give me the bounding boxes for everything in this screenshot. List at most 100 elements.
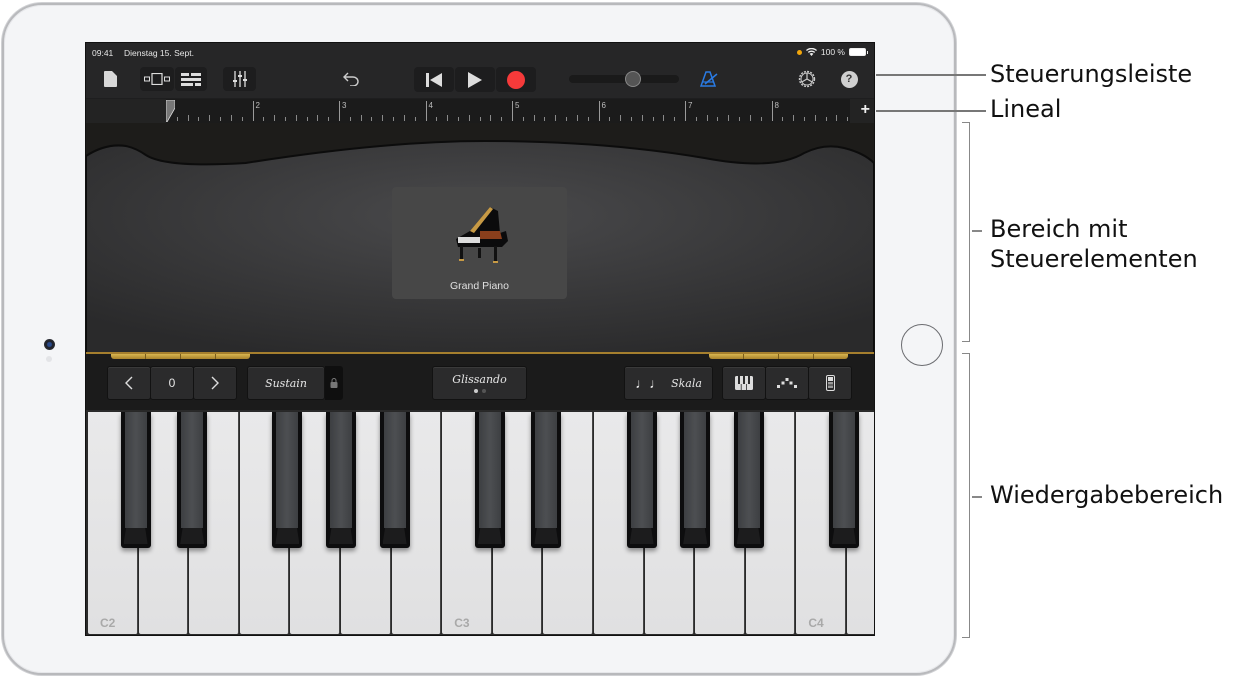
ruler-tick	[295, 115, 297, 121]
ruler-tick	[803, 117, 805, 121]
ruler-tick	[706, 115, 708, 121]
lock-icon	[330, 378, 338, 388]
ruler-tick	[317, 115, 319, 121]
glissando-page-dots	[473, 389, 486, 393]
document-icon	[103, 71, 117, 87]
orange-dot-icon	[796, 49, 802, 55]
arpeggiator-button[interactable]	[765, 366, 809, 400]
keyboard-handle-left[interactable]	[111, 354, 250, 359]
ruler-tick	[403, 115, 405, 121]
instrument-name: Grand Piano	[450, 280, 509, 292]
octave-down-button[interactable]	[107, 366, 151, 400]
ruler-tick	[241, 117, 243, 121]
black-key[interactable]	[326, 412, 356, 548]
ruler-bar-line	[339, 101, 340, 121]
piano-keyboard[interactable]: C2 C3 C4	[86, 410, 874, 635]
ruler-tick	[414, 117, 416, 121]
ruler-tick	[176, 117, 178, 121]
ruler-bar-line	[598, 101, 600, 121]
play-icon	[468, 71, 482, 88]
black-key[interactable]	[680, 412, 711, 548]
mixer-button[interactable]	[223, 67, 256, 91]
ruler-tick	[393, 117, 395, 121]
ruler-tick	[187, 115, 189, 121]
status-bar: 09:41 Dienstag 15. Sept. 100 %	[86, 43, 874, 61]
velocity-button[interactable]	[808, 366, 852, 400]
home-button[interactable]	[901, 324, 943, 366]
tracks-view-button[interactable]	[175, 67, 207, 91]
ruler-bar-number: 3	[342, 101, 347, 110]
black-key[interactable]	[177, 412, 208, 548]
undo-button[interactable]	[340, 68, 362, 90]
tracks-view-icon	[181, 72, 201, 86]
ruler-tick	[663, 115, 665, 121]
black-key[interactable]	[379, 412, 410, 548]
playhead[interactable]	[166, 100, 175, 122]
note-label: C2	[100, 616, 116, 630]
ruler-tick	[371, 117, 373, 121]
ruler-tick	[566, 117, 568, 121]
ruler-tick	[468, 115, 470, 121]
page-dot	[481, 389, 486, 393]
glissando-label: Glissando	[452, 373, 507, 386]
add-section-button[interactable]: +	[861, 101, 870, 119]
ruler-track[interactable]: 12345678	[166, 99, 850, 123]
ruler-tick	[576, 115, 578, 121]
play-button[interactable]	[455, 67, 495, 92]
ruler-tick	[198, 117, 200, 121]
wifi-icon	[805, 48, 817, 56]
ruler-bar-number: 7	[688, 101, 693, 110]
black-key[interactable]	[733, 412, 764, 548]
view-toggle-icon	[144, 73, 170, 85]
ruler-bar-line	[685, 101, 686, 121]
black-key[interactable]	[272, 412, 303, 548]
my-songs-button[interactable]	[100, 69, 120, 89]
black-key[interactable]	[531, 412, 562, 548]
volume-slider-thumb[interactable]	[624, 71, 641, 87]
gear-icon	[798, 70, 816, 88]
ruler-bar-number: 2	[255, 101, 260, 110]
ruler-tick	[533, 115, 535, 121]
record-icon	[507, 70, 525, 89]
octave-up-button[interactable]	[193, 366, 237, 400]
black-key[interactable]	[120, 412, 151, 548]
ruler-tick	[544, 117, 546, 121]
ruler-tick	[847, 117, 849, 121]
volume-slider[interactable]	[569, 71, 679, 87]
record-button[interactable]	[496, 67, 536, 92]
ruler-tick	[522, 117, 524, 121]
undo-icon	[343, 72, 359, 86]
sustain-button[interactable]: Sustain	[247, 366, 325, 400]
ruler-tick	[328, 117, 330, 121]
ruler-bar-number: 6	[601, 101, 606, 110]
ruler-bar-number: 5	[515, 101, 520, 110]
sustain-label: Sustain	[265, 376, 307, 390]
help-button[interactable]: ?	[839, 69, 859, 89]
black-key[interactable]	[626, 412, 657, 548]
keyboard-layout-button[interactable]	[722, 366, 766, 400]
sustain-lock[interactable]	[325, 366, 343, 400]
battery-percent: 100 %	[820, 47, 845, 57]
ruler-tick	[349, 117, 351, 121]
view-toggle-instrument-button[interactable]	[140, 67, 174, 91]
ruler-tick	[220, 117, 222, 121]
ruler-tick	[641, 115, 643, 121]
glissando-button[interactable]: Glissando	[432, 366, 527, 400]
metronome-button[interactable]	[698, 68, 720, 90]
settings-button[interactable]	[796, 68, 818, 90]
ruler-tick	[447, 115, 449, 121]
black-key[interactable]	[829, 412, 859, 548]
go-to-beginning-button[interactable]	[414, 67, 454, 92]
chevron-left-icon	[125, 376, 133, 390]
instrument-card[interactable]: Grand Piano	[392, 187, 567, 299]
annotation-playing-area: Wiedergabebereich	[990, 481, 1224, 509]
battery-icon	[849, 48, 868, 56]
scale-label: Skala	[671, 376, 702, 390]
ruler-bar-line	[252, 101, 254, 121]
scale-button[interactable]: ♩♩ Skala	[624, 366, 713, 400]
black-key[interactable]	[474, 412, 505, 548]
ruler-bar-line	[425, 101, 427, 121]
ruler[interactable]: 12345678 +	[86, 99, 874, 123]
keyboard-handle-right[interactable]	[709, 354, 848, 359]
help-icon: ?	[840, 70, 858, 88]
